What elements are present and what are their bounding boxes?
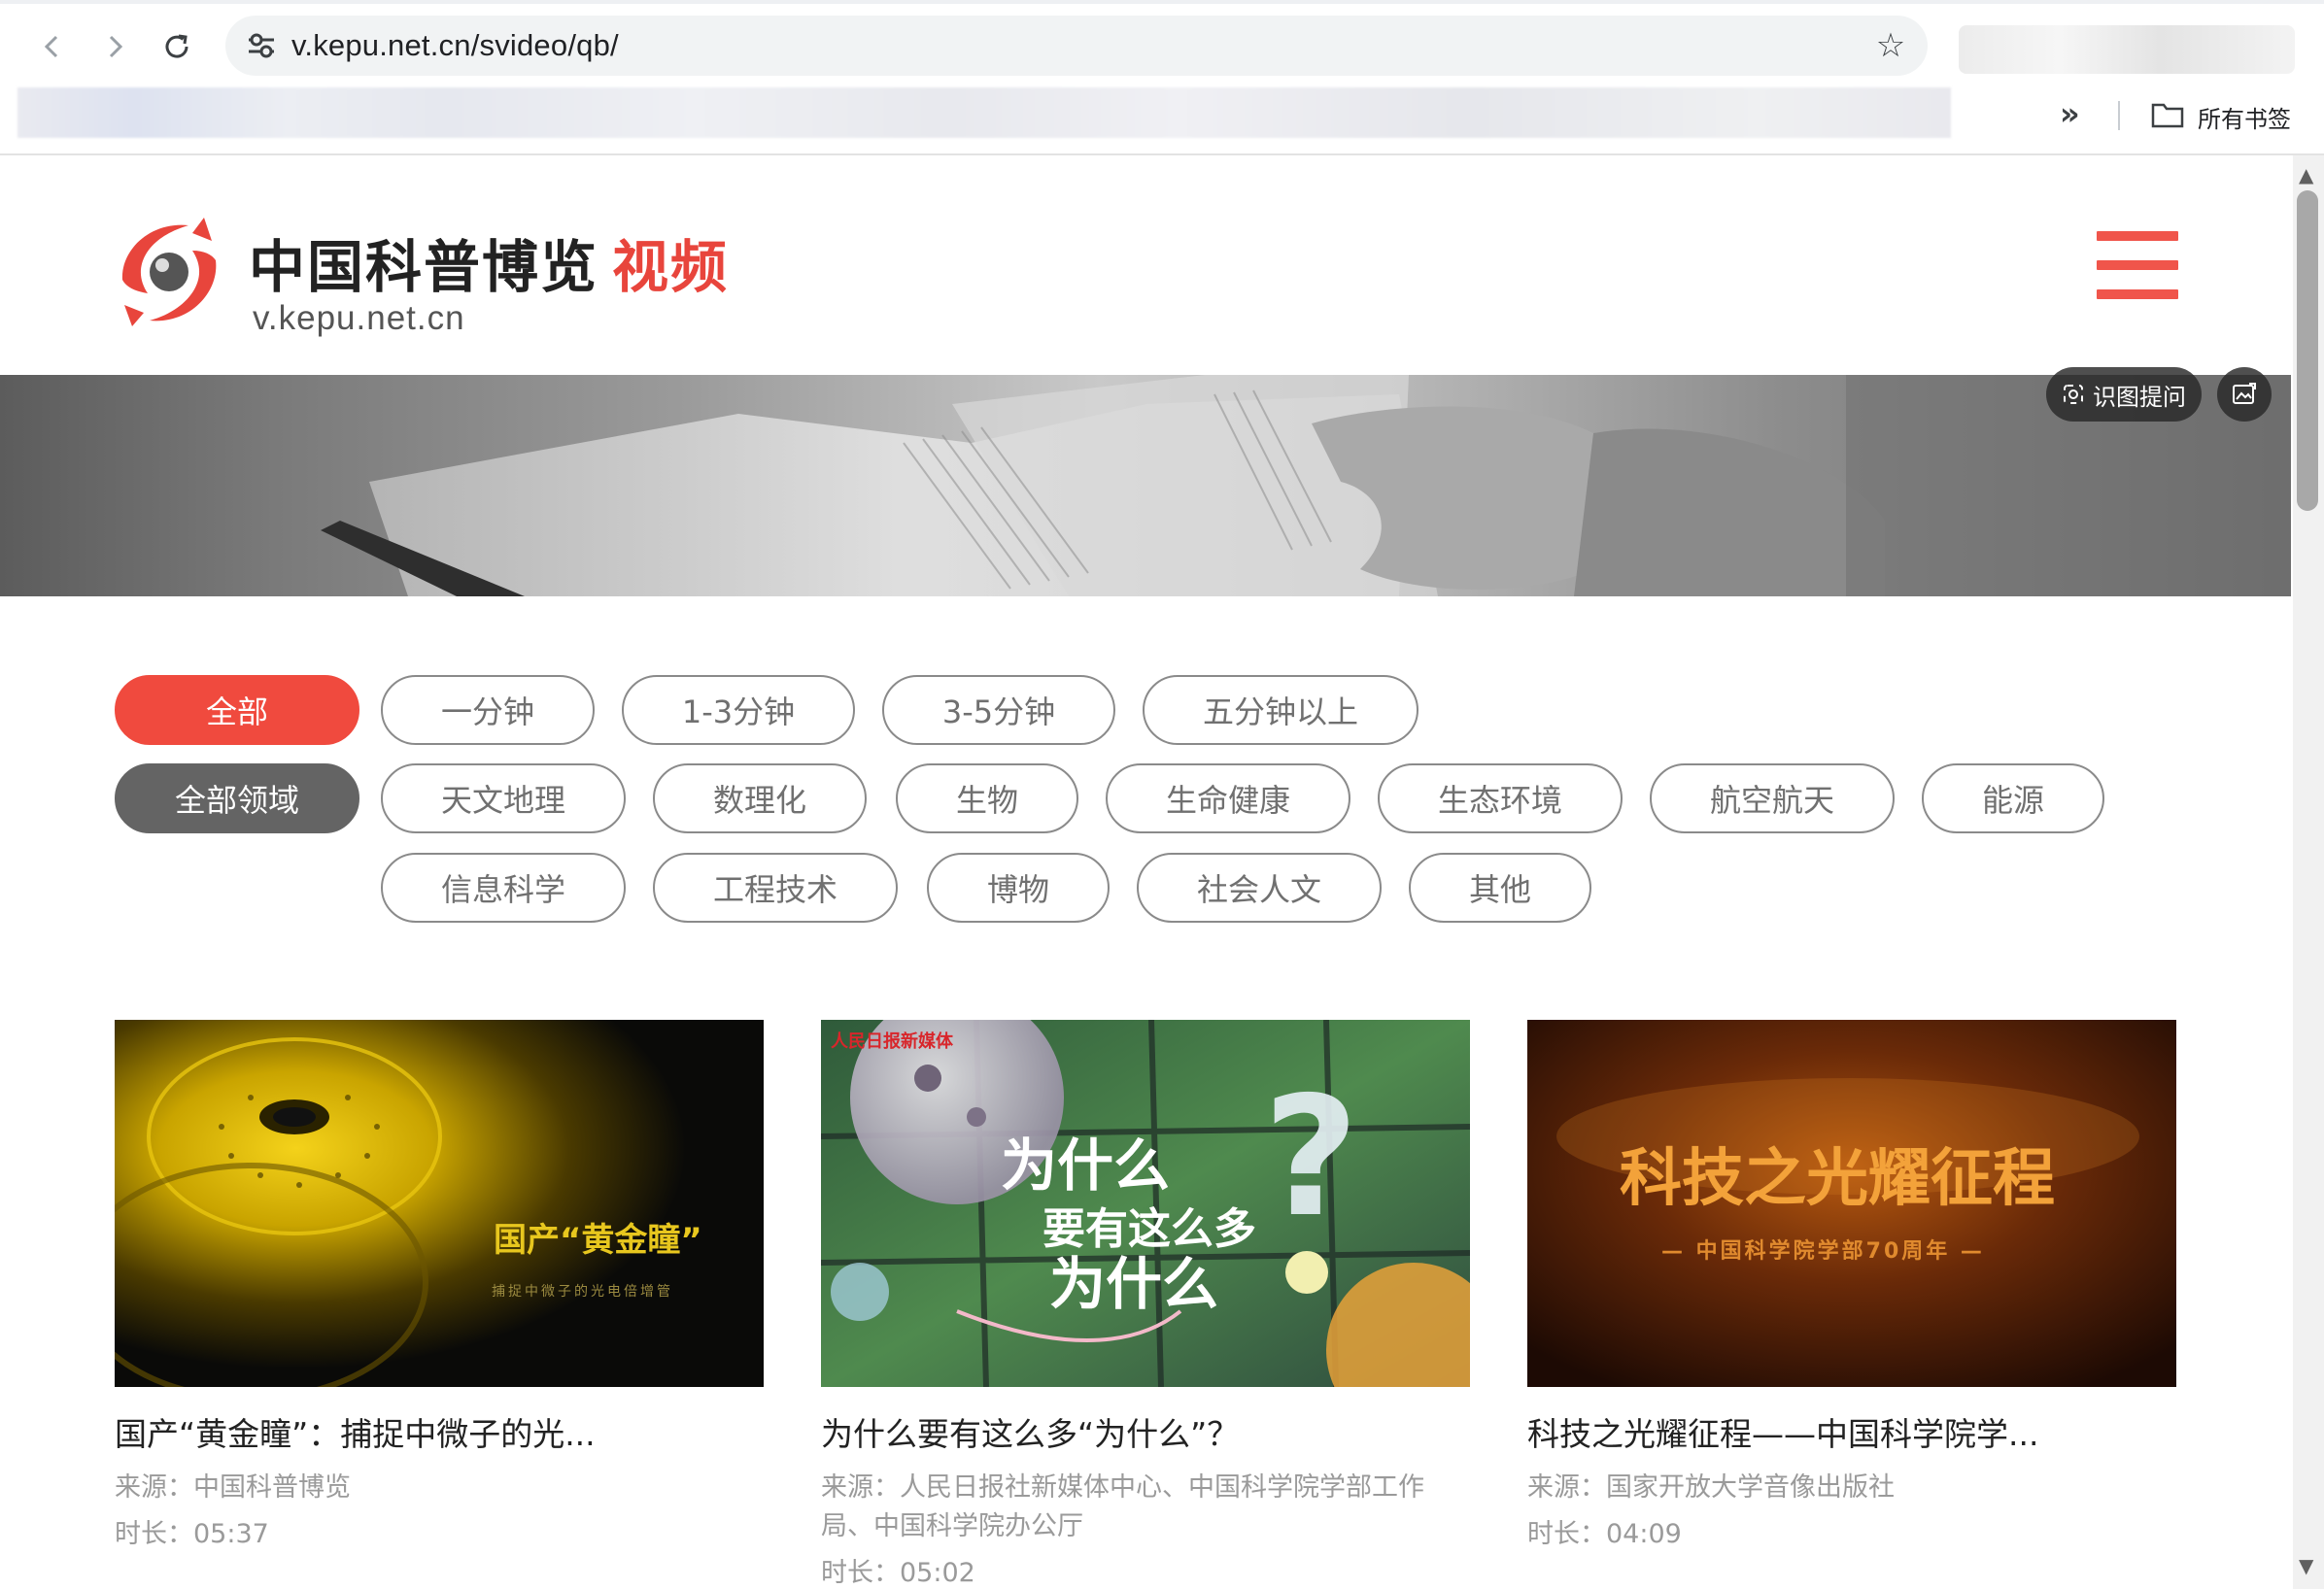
filter-domain-ecology[interactable]: 生态环境 xyxy=(1378,763,1623,833)
back-button[interactable] xyxy=(29,23,76,70)
image-edit-button[interactable] xyxy=(2217,367,2272,422)
lens-icon xyxy=(2064,385,2083,404)
chevron-left-icon xyxy=(44,35,58,58)
site-title[interactable]: 中国科普博览 视频 xyxy=(249,221,729,303)
filter-domain-information-science[interactable]: 信息科学 xyxy=(381,853,626,923)
scroll-down-icon[interactable]: ▼ xyxy=(2299,1554,2313,1577)
video-duration: 时长：05:02 xyxy=(821,1558,975,1588)
filter-domain-other[interactable]: 其他 xyxy=(1409,853,1591,923)
video-duration: 时长：04:09 xyxy=(1527,1519,1682,1549)
filter-domain-natural-history[interactable]: 博物 xyxy=(927,853,1110,923)
reload-button[interactable] xyxy=(154,23,200,70)
bookmark-star-icon[interactable]: ☆ xyxy=(1871,26,1910,65)
filter-domain-engineering[interactable]: 工程技术 xyxy=(653,853,898,923)
tab-strip xyxy=(0,0,2324,4)
why-questions-image: ? 人民日报新媒体 为什么 要有这么多 为什么 xyxy=(821,1020,1470,1387)
golden-pmt-image: 国产“黄金瞳” 捕捉中微子的光电倍增管 xyxy=(115,1020,764,1387)
filter-domain-social-humanities[interactable]: 社会人文 xyxy=(1137,853,1382,923)
site-settings-icon[interactable] xyxy=(245,29,278,62)
svg-text:?: ? xyxy=(1263,1062,1359,1254)
video-title[interactable]: 国产“黄金瞳”：捕捉中微子的光... xyxy=(115,1408,764,1455)
video-card[interactable]: 国产“黄金瞳” 捕捉中微子的光电倍增管 国产“黄金瞳”：捕捉中微子的光... 来… xyxy=(115,1020,764,1554)
video-source: 来源：中国科普博览 xyxy=(115,1472,351,1503)
menu-hamburger-icon[interactable] xyxy=(2097,231,2178,299)
science-light-image: 科技之光耀征程 — 中国科学院学部70周年 — xyxy=(1527,1020,2176,1387)
thumb-sub-1: 捕捉中微子的光电倍增管 xyxy=(492,1284,673,1300)
scroll-up-icon[interactable]: ▲ xyxy=(2299,163,2313,186)
video-thumbnail[interactable]: 国产“黄金瞳” 捕捉中微子的光电倍增管 xyxy=(115,1020,764,1387)
site-title-text: 中国科普博览 xyxy=(249,234,599,300)
site-title-highlight: 视频 xyxy=(612,234,730,300)
filter-domain-astronomy-geography[interactable]: 天文地理 xyxy=(381,763,626,833)
video-card[interactable]: 科技之光耀征程 — 中国科学院学部70周年 — 科技之光耀征程——中国科学院学.… xyxy=(1527,1020,2176,1554)
video-source: 来源：国家开放大学音像出版社 xyxy=(1527,1472,1895,1503)
lens-search-button[interactable]: 识图提问 xyxy=(2046,367,2202,422)
more-bookmarks-button[interactable]: » xyxy=(2060,95,2080,132)
filter-duration-1-3min[interactable]: 1-3分钟 xyxy=(622,675,855,745)
bookmarks-bar[interactable] xyxy=(17,87,1951,138)
filter-domain-all[interactable]: 全部领域 xyxy=(115,763,359,833)
reload-icon xyxy=(165,34,188,58)
forward-button[interactable] xyxy=(91,23,138,70)
address-bar[interactable]: v.kepu.net.cn/svideo/qb/ ☆ xyxy=(225,16,1928,76)
thumb-badge-2: 人民日报新媒体 xyxy=(831,1031,954,1052)
all-bookmarks-button[interactable]: 所有书签 xyxy=(2198,100,2291,134)
filter-domain-math-physics-chemistry[interactable]: 数理化 xyxy=(653,763,867,833)
thumb-line2-2: 要有这么多 xyxy=(1042,1204,1256,1254)
filter-domain-energy[interactable]: 能源 xyxy=(1922,763,2104,833)
scrollbar-thumb[interactable] xyxy=(2297,190,2318,511)
profile-area[interactable] xyxy=(1959,25,2295,74)
thumb-title-1: 国产“黄金瞳” xyxy=(494,1221,702,1260)
filter-duration-5min-plus[interactable]: 五分钟以上 xyxy=(1143,675,1418,745)
filter-duration-3-5min[interactable]: 3-5分钟 xyxy=(882,675,1115,745)
thumb-line3-2: 为什么 xyxy=(1049,1251,1218,1317)
filter-domain-aerospace[interactable]: 航空航天 xyxy=(1650,763,1895,833)
book-reading-image xyxy=(321,375,2291,596)
site-domain: v.kepu.net.cn xyxy=(253,299,465,337)
filter-duration-1min[interactable]: 一分钟 xyxy=(381,675,595,745)
web-page: 中国科普博览 视频 v.kepu.net.cn 识图提问 全部 一分钟 1-3分… xyxy=(0,155,2291,1589)
video-thumbnail[interactable]: ? 人民日报新媒体 为什么 要有这么多 为什么 xyxy=(821,1020,1470,1387)
video-source: 来源：人民日报社新媒体中心、中国科学院学部工作局、中国科学院办公厅 xyxy=(821,1472,1424,1541)
video-duration: 时长：05:37 xyxy=(115,1519,269,1549)
thumb-line1-2: 为什么 xyxy=(1001,1133,1170,1199)
folder-icon[interactable] xyxy=(2151,101,2184,128)
url-text[interactable]: v.kepu.net.cn/svideo/qb/ xyxy=(291,28,619,63)
filter-duration-all[interactable]: 全部 xyxy=(115,675,359,745)
filter-domain-life-health[interactable]: 生命健康 xyxy=(1106,763,1350,833)
video-thumbnail[interactable]: 科技之光耀征程 — 中国科学院学部70周年 — xyxy=(1527,1020,2176,1387)
video-title[interactable]: 为什么要有这么多“为什么”？ xyxy=(821,1408,1470,1455)
hero-banner xyxy=(0,375,2291,596)
browser-toolbar: v.kepu.net.cn/svideo/qb/ ☆ » 所有书签 xyxy=(0,0,2324,155)
image-edit-icon xyxy=(2233,383,2256,404)
video-title[interactable]: 科技之光耀征程——中国科学院学... xyxy=(1527,1408,2176,1455)
thumb-title-3: 科技之光耀征程 xyxy=(1620,1142,2055,1215)
filter-domain-biology[interactable]: 生物 xyxy=(896,763,1078,833)
bookmark-divider xyxy=(2118,101,2120,130)
site-header: 中国科普博览 视频 v.kepu.net.cn xyxy=(0,155,2291,375)
lens-search-label: 识图提问 xyxy=(2093,383,2186,411)
thumb-sub-3: — 中国科学院学部70周年 — xyxy=(1661,1238,1985,1264)
chevron-right-icon xyxy=(109,35,123,58)
kepu-eye-logo-icon[interactable] xyxy=(111,212,227,336)
video-card[interactable]: ? 人民日报新媒体 为什么 要有这么多 为什么 为什么要有这么多“为什么”？ 来… xyxy=(821,1020,1470,1589)
